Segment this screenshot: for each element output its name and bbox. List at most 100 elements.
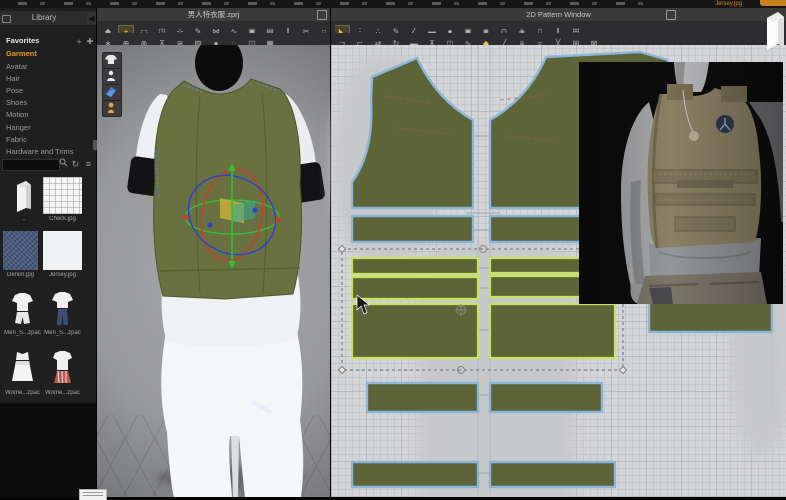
thumbnail-women-garment-1[interactable] <box>6 348 39 387</box>
pin-add-icon[interactable]: ⊕ <box>119 38 133 45</box>
refresh-icon[interactable]: ↻ <box>70 158 81 170</box>
add-point-icon[interactable]: ✎ <box>389 26 403 33</box>
thumbnail-parent-folder[interactable] <box>10 177 38 214</box>
avatar-pose-icon[interactable]: ∗ <box>101 38 115 45</box>
float-window-icon[interactable] <box>666 10 676 20</box>
rect-icon[interactable]: ▬ <box>425 26 439 33</box>
pleats-icon[interactable]: ∥ <box>551 26 565 33</box>
thumbnail-men-garment-2[interactable] <box>46 289 79 328</box>
transform-pattern-icon[interactable]: ◣ <box>335 25 350 33</box>
rect-select-icon[interactable]: ▭ <box>137 26 151 33</box>
internal-rect-icon[interactable]: ▣ <box>461 26 475 33</box>
transform-icon[interactable]: ◳ <box>155 26 169 33</box>
grid-b-icon[interactable]: ⊠ <box>587 38 601 45</box>
show-trim-button[interactable] <box>102 100 122 117</box>
thumbnail-women-garment-2[interactable] <box>46 348 79 387</box>
dart-icon[interactable]: ⊙ <box>497 26 511 33</box>
garment-pair-icon[interactable]: ▤ <box>263 26 277 33</box>
stitch-icon[interactable]: ◫ <box>245 38 259 45</box>
pin-remove-icon[interactable]: ⊗ <box>137 38 151 45</box>
float-window-icon[interactable] <box>317 10 327 20</box>
pattern-2d-titlebar[interactable]: 2D Pattern Window <box>331 8 786 22</box>
baste-icon[interactable]: ◫ <box>443 38 457 45</box>
toolbar-2d-row1: ◣ ⋮ ∴ ✎ ∠ ▬ ● ▣ ◙ ⊙ ◈ ▯ ∥ ⊞ <box>335 21 786 33</box>
fold-icon[interactable]: ⊼ <box>155 38 169 45</box>
unfold-icon[interactable]: ⊐ <box>335 38 349 45</box>
slash-icon[interactable]: ╱ <box>497 38 511 45</box>
folder-icon <box>17 181 31 212</box>
compare-icon[interactable]: ╳ <box>551 38 565 45</box>
pen-icon[interactable]: ✎ <box>191 26 205 33</box>
pants-icon[interactable]: ∥ <box>281 26 295 33</box>
button-icon[interactable]: ● <box>209 38 223 45</box>
fold-arrange-icon[interactable]: ⊏ <box>353 38 367 45</box>
mini-popup[interactable] <box>79 489 107 500</box>
corner-accent-button[interactable] <box>760 0 786 6</box>
circle-icon[interactable]: ● <box>443 26 457 33</box>
edit-point-icon[interactable]: ∴ <box>371 26 385 33</box>
thumbnail-denim-fabric[interactable] <box>3 231 38 270</box>
flip-icon[interactable]: ⇄ <box>371 38 385 45</box>
pattern-2d-canvas[interactable] <box>331 45 786 500</box>
mesh-icon[interactable]: ▦ <box>263 38 277 45</box>
seam-tape-icon[interactable]: ◆ <box>479 38 493 45</box>
edit-pattern-icon[interactable]: ⋮ <box>353 26 367 33</box>
shirt-jeans-icon <box>52 292 73 325</box>
wind-icon[interactable]: ≋ <box>173 38 187 45</box>
iron-icon[interactable]: ▬ <box>407 38 421 45</box>
library-item-hair[interactable]: Hair <box>6 73 92 85</box>
rotate-icon[interactable]: ↻ <box>389 38 403 45</box>
menu-items-clipped[interactable] <box>18 2 648 5</box>
select-tool-icon[interactable]: + <box>118 25 134 33</box>
collapse-panel-icon[interactable]: ◀ <box>87 13 96 24</box>
reference-photo <box>579 62 783 304</box>
grading-icon[interactable]: ⊞ <box>569 26 583 33</box>
garment-icon[interactable]: ▣ <box>245 26 259 33</box>
trace-icon[interactable]: ▯ <box>533 26 547 33</box>
library-item-garment[interactable]: Garment <box>6 48 92 60</box>
library-item-hardware-trims[interactable]: Hardware and Trims <box>6 146 92 158</box>
polygon-icon[interactable]: ∠ <box>407 26 421 33</box>
curve-icon[interactable]: ≈ <box>533 38 547 45</box>
move-icon[interactable]: ⊹ <box>173 26 187 33</box>
library-item-avatar[interactable]: Avatar <box>6 61 92 73</box>
show-garment-button[interactable] <box>102 52 122 69</box>
thumbnail-men-garment-1[interactable] <box>6 289 39 328</box>
toolbar-3d: ◆ + ▭ ◳ ⊹ ✎ ⋈ ∿ ▣ ▤ ∥ ✂ ○ ∗ ⊕ ⊗ ⊼ ≋ ▨ ● ◌ ◫ ▦ <box>97 21 330 45</box>
ring-icon[interactable]: ○ <box>317 26 330 33</box>
grid-a-icon[interactable]: ⊞ <box>569 38 583 45</box>
library-item-motion[interactable]: Motion <box>6 109 92 121</box>
thumbnail-label: Jersey.jpg <box>49 272 76 278</box>
internal-circle-icon[interactable]: ◙ <box>479 26 493 33</box>
rotation-gizmo[interactable] <box>170 160 295 272</box>
show-avatar-button[interactable] <box>102 68 122 85</box>
library-item-pose[interactable]: Pose <box>6 85 92 97</box>
add-favorite-icon[interactable]: + <box>74 37 84 47</box>
free-sewing-icon[interactable]: ∿ <box>227 26 241 33</box>
project-title: 男人特衣服.zprj <box>187 10 240 19</box>
spacing-icon[interactable]: ≡ <box>515 38 529 45</box>
library-header: Library ◀ <box>0 11 96 25</box>
buttonhole-icon[interactable]: ◌ <box>227 38 241 45</box>
tack-icon[interactable]: ⊼ <box>425 38 439 45</box>
library-item-fabric[interactable]: Fabric <box>6 134 92 146</box>
viewport-3d-canvas[interactable] <box>97 45 330 497</box>
gem-icon[interactable]: ◆ <box>101 26 115 33</box>
show-fabric-button[interactable] <box>102 84 122 101</box>
segment-sewing-icon[interactable]: ∿ <box>461 38 475 45</box>
search-input[interactable] <box>2 159 60 171</box>
notch-icon[interactable]: ◈ <box>515 26 529 33</box>
scissors-icon[interactable]: ✂ <box>299 26 313 33</box>
library-book-icon[interactable] <box>763 10 786 50</box>
search-icon[interactable] <box>58 158 69 170</box>
add-folder-icon[interactable]: ✚ <box>85 37 95 47</box>
list-view-icon[interactable]: ≡ <box>83 158 94 170</box>
viewport-3d-titlebar[interactable]: 男人特衣服.zprj <box>97 8 330 22</box>
fabric-icon[interactable]: ▨ <box>191 38 205 45</box>
sewing-icon[interactable]: ⋈ <box>209 26 223 33</box>
thumbnail-jersey-fabric[interactable] <box>43 231 82 270</box>
pattern-piece-selected[interactable] <box>350 256 617 360</box>
thumbnail-check-fabric[interactable] <box>43 177 82 214</box>
library-item-shoes[interactable]: Shoes <box>6 97 92 109</box>
library-item-hanger[interactable]: Hanger <box>6 122 92 134</box>
